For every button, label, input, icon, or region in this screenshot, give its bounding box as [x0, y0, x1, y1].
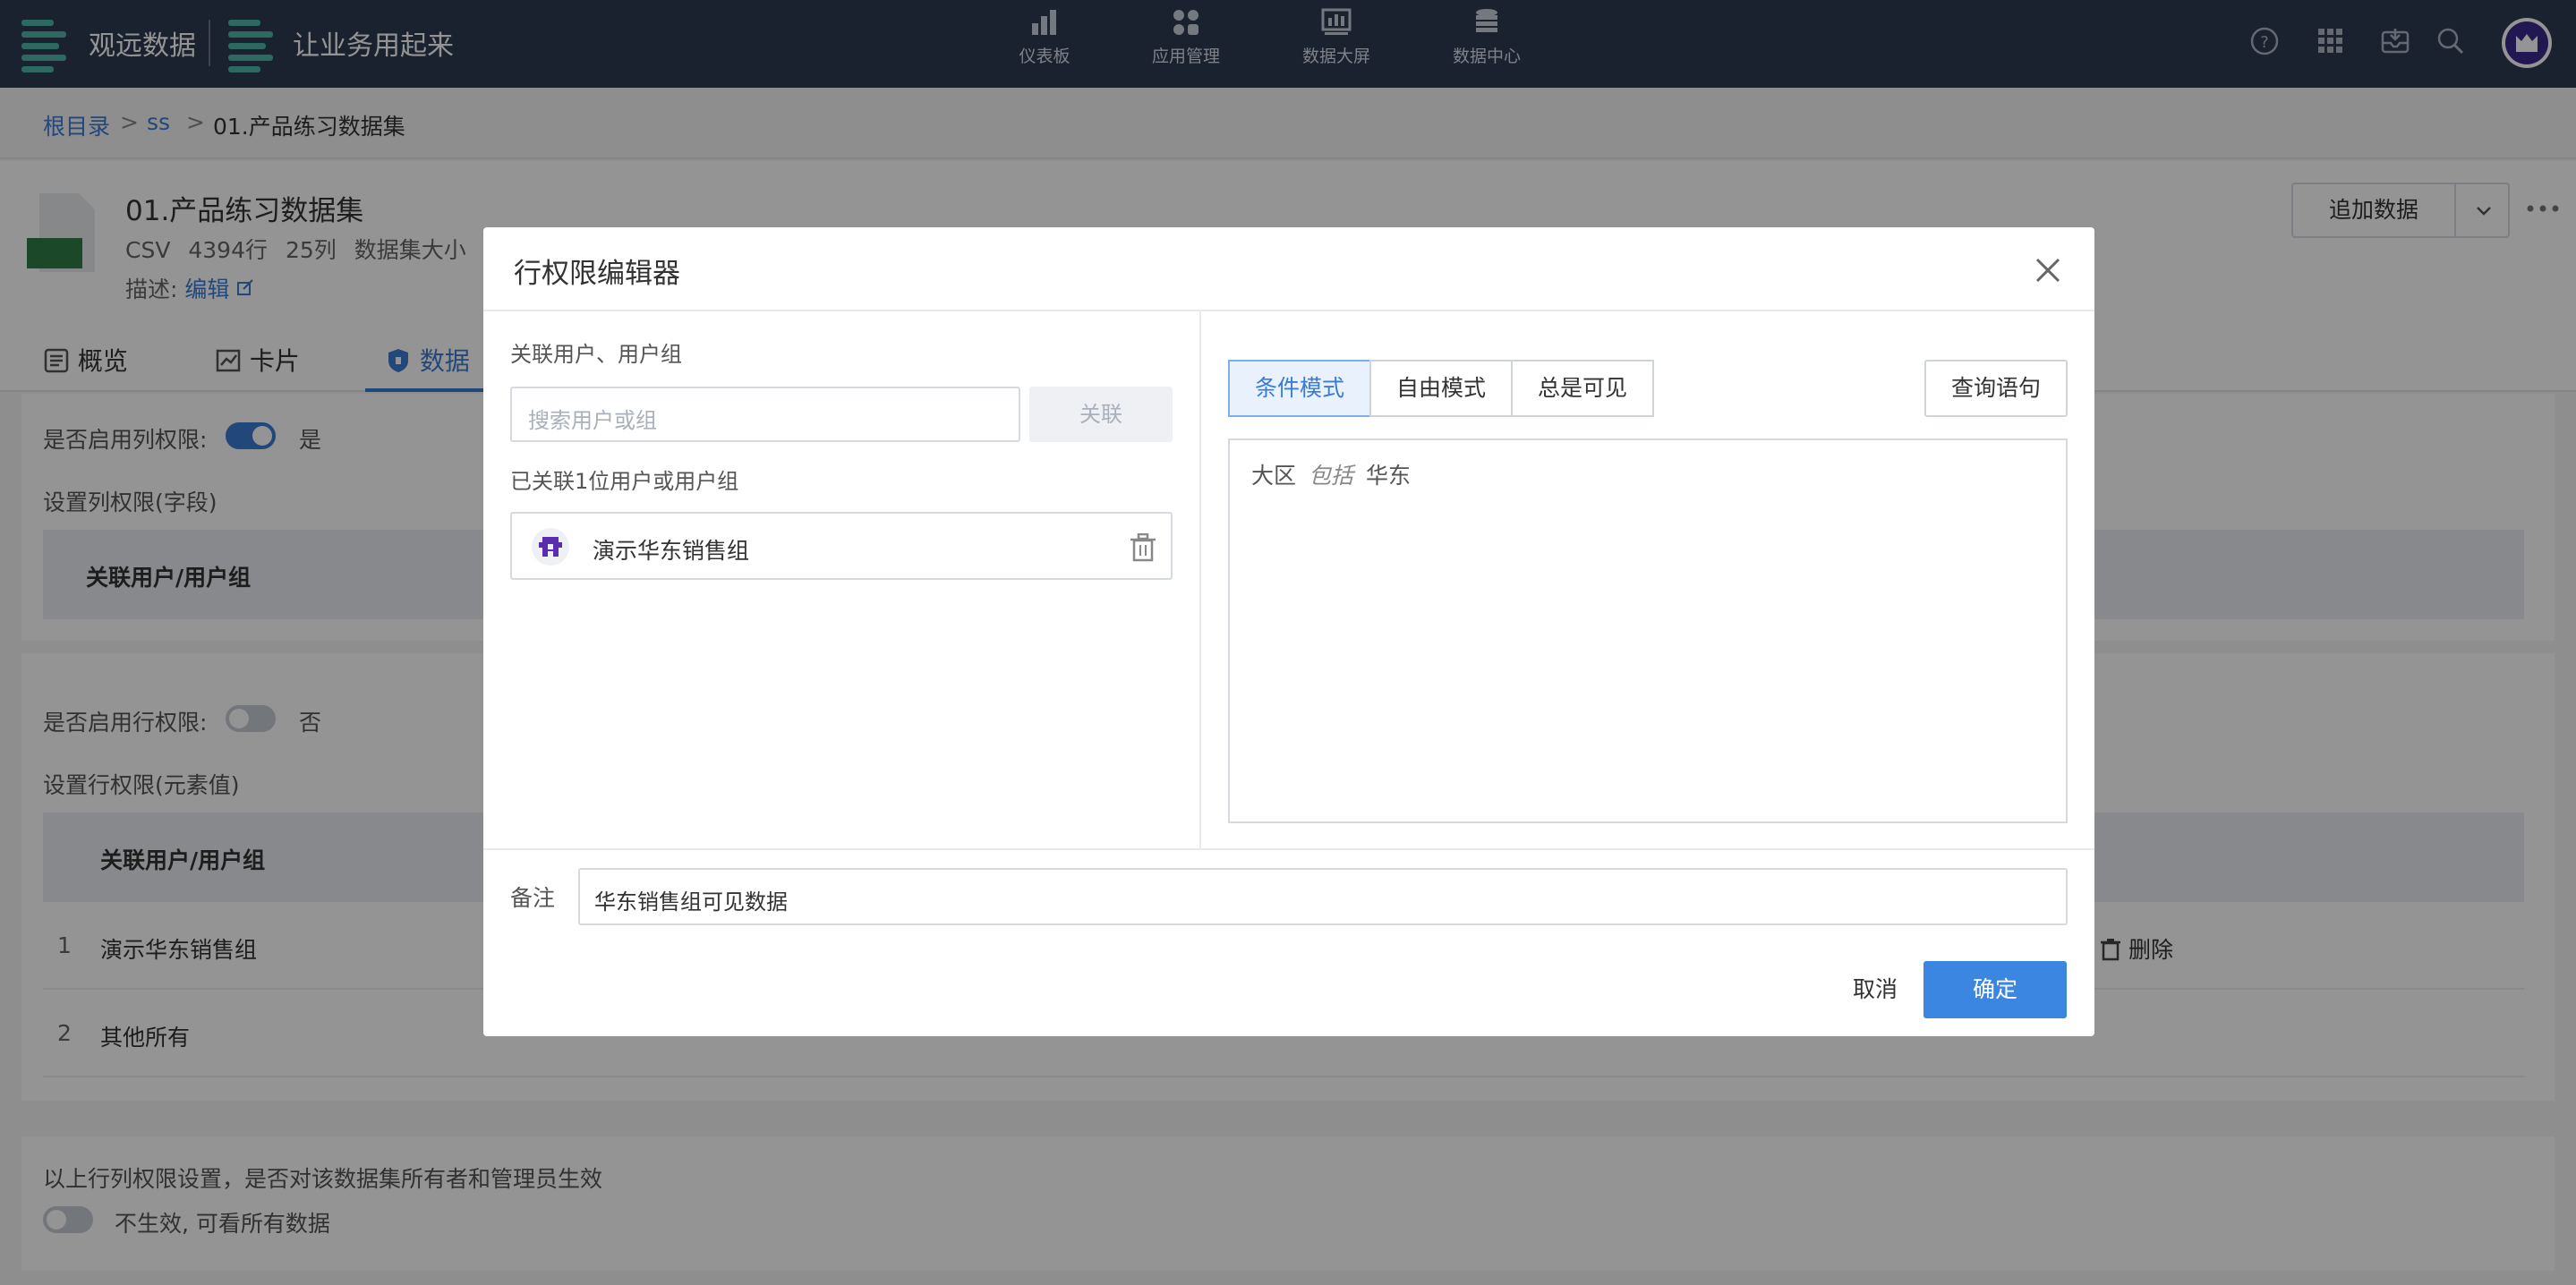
condition-editor[interactable]: 大区 包括 华东	[1228, 438, 2068, 823]
condition-field[interactable]: 大区	[1251, 458, 1296, 490]
query-statement-button[interactable]: 查询语句	[1924, 360, 2068, 417]
trash-icon[interactable]	[1130, 533, 1156, 562]
mode-always-visible-button[interactable]: 总是可见	[1511, 360, 1654, 417]
assoc-users-label: 关联用户、用户组	[510, 342, 682, 367]
condition-operator[interactable]: 包括	[1309, 458, 1353, 490]
confirm-button[interactable]: 确定	[1923, 961, 2067, 1018]
modal-title: 行权限编辑器	[514, 258, 680, 290]
user-group-icon	[532, 528, 569, 566]
modal-header-divider	[483, 310, 2094, 311]
mode-condition-button[interactable]: 条件模式	[1228, 360, 1371, 417]
remark-value: 华东销售组可见数据	[594, 889, 788, 915]
modal-body-divider	[483, 848, 2094, 850]
search-placeholder: 搜索用户或组	[528, 408, 657, 433]
row-permission-editor-modal: 行权限编辑器 关联用户、用户组 搜索用户或组 关联 已关联1位用户或用户组 演示…	[483, 227, 2094, 1036]
linked-user-item: 演示华东销售组	[510, 512, 1173, 580]
modal-column-divider	[1199, 311, 1201, 850]
search-user-input[interactable]: 搜索用户或组	[510, 387, 1020, 442]
remark-input[interactable]: 华东销售组可见数据	[578, 868, 2068, 925]
close-icon[interactable]	[2030, 252, 2066, 288]
mode-free-button[interactable]: 自由模式	[1369, 360, 1513, 417]
condition-value[interactable]: 华东	[1366, 458, 1411, 490]
linked-user-name: 演示华东销售组	[593, 538, 750, 564]
linked-count-label: 已关联1位用户或用户组	[510, 469, 739, 494]
remark-label: 备注	[510, 885, 556, 911]
link-button[interactable]: 关联	[1029, 387, 1173, 442]
